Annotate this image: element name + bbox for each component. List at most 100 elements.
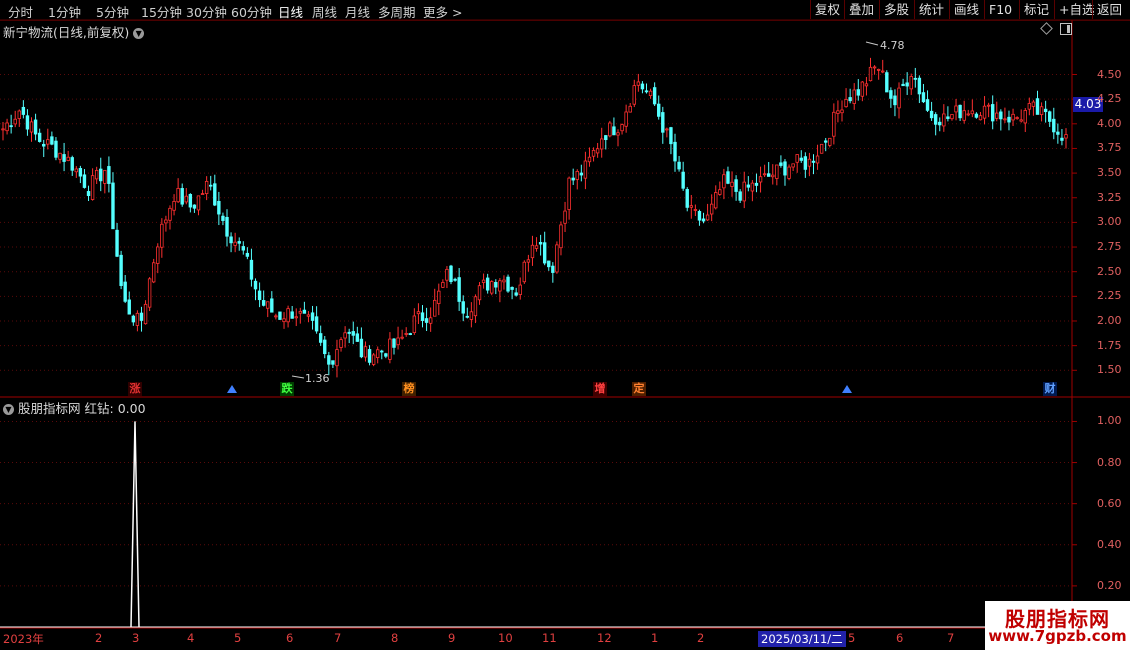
candle-body xyxy=(750,182,755,192)
low-price-label: 1.36 xyxy=(305,372,330,385)
y-tick-label: 0.20 xyxy=(1097,578,1122,592)
low-pointer xyxy=(291,375,305,379)
x-tick-label: 10 xyxy=(498,631,513,645)
candle-body xyxy=(261,300,266,306)
candle-body xyxy=(498,280,502,292)
candle-body xyxy=(1023,110,1027,124)
x-tick-label: 9 xyxy=(448,631,456,645)
candle-body xyxy=(571,177,575,181)
candle-body xyxy=(502,279,506,283)
candle-body xyxy=(453,278,457,281)
candle-body xyxy=(518,284,522,295)
up-arrow-icon[interactable] xyxy=(842,385,852,393)
candle-body xyxy=(766,173,771,177)
candle-body xyxy=(856,89,860,96)
candle-body xyxy=(58,152,62,160)
y-tick-label: 3.50 xyxy=(1097,166,1122,180)
candle-body xyxy=(893,95,897,106)
x-tick-label: 3 xyxy=(132,631,140,645)
candle-body xyxy=(685,189,689,208)
y-tick-label: 2.75 xyxy=(1097,240,1122,254)
candle-body xyxy=(123,281,127,302)
candle-body xyxy=(209,184,213,187)
candle-body xyxy=(954,105,958,113)
candle-body xyxy=(889,90,893,99)
event-marker-cai[interactable]: 财 xyxy=(1043,382,1057,396)
candle-body xyxy=(897,87,901,109)
candle-body xyxy=(901,83,905,87)
candle-body xyxy=(1064,134,1068,139)
candle-body xyxy=(1052,118,1056,133)
candle-body xyxy=(828,137,832,146)
event-marker-die[interactable]: 跌 xyxy=(280,382,294,396)
candle-body xyxy=(542,242,547,264)
candle-body xyxy=(481,279,486,283)
candle-body xyxy=(510,286,514,290)
candle-body xyxy=(375,349,380,358)
candle-body xyxy=(632,85,636,105)
candle-body xyxy=(9,125,13,128)
candle-body xyxy=(151,262,156,283)
x-tick-label: 2 xyxy=(697,631,705,645)
y-tick-label: 3.75 xyxy=(1097,141,1122,155)
candle-body xyxy=(726,171,730,184)
candle-body xyxy=(412,315,417,334)
candle-body xyxy=(514,292,518,296)
candle-body xyxy=(608,122,612,137)
candle-body xyxy=(697,211,702,221)
chevron-down-icon[interactable]: ▼ xyxy=(133,28,145,39)
candle-body xyxy=(66,156,70,161)
candle-body xyxy=(33,119,38,135)
candle-body xyxy=(986,104,991,107)
candle-body xyxy=(876,68,881,71)
candle-body xyxy=(673,141,677,162)
candle-body xyxy=(559,224,563,249)
y-tick-label: 1.00 xyxy=(1097,414,1122,428)
candle-body xyxy=(363,346,368,358)
candle-body xyxy=(229,236,233,244)
candle-body xyxy=(783,161,787,176)
x-tick-label: 12 xyxy=(597,631,612,645)
candle-body xyxy=(966,113,970,116)
candle-body xyxy=(885,72,889,93)
y-tick-label: 2.50 xyxy=(1097,264,1122,278)
watermark-url: www.7gpzb.com xyxy=(988,627,1127,645)
candle-body xyxy=(485,277,490,291)
candle-body xyxy=(799,157,803,161)
candle-body xyxy=(156,246,160,264)
event-marker-zhang[interactable]: 涨 xyxy=(128,382,142,396)
candle-body xyxy=(661,112,665,133)
window-toggle-icon[interactable] xyxy=(1060,23,1072,35)
candle-body xyxy=(868,66,873,82)
candle-body xyxy=(351,331,355,336)
candle-body xyxy=(929,110,934,119)
event-marker-bang[interactable]: 榜 xyxy=(402,382,416,396)
candle-body xyxy=(978,115,983,121)
high-price-label: 4.78 xyxy=(880,39,905,52)
candle-body xyxy=(836,110,840,114)
up-arrow-icon[interactable] xyxy=(227,385,237,393)
candle-body xyxy=(424,318,429,323)
chevron-down-icon[interactable]: ▼ xyxy=(3,404,14,415)
price-chart[interactable]: 4.78 1.36 xyxy=(0,0,1130,650)
candle-body xyxy=(286,308,290,323)
candle-body xyxy=(567,177,571,210)
candle-body xyxy=(490,281,494,294)
event-marker-zeng[interactable]: 增 xyxy=(593,382,607,396)
candle-body xyxy=(241,246,245,251)
stock-title-label: 新宁物流(日线,前复权) xyxy=(3,25,130,40)
candle-body xyxy=(74,168,79,173)
candle-body xyxy=(791,163,795,168)
candle-body xyxy=(1035,98,1040,115)
candle-body xyxy=(127,299,131,315)
candle-body xyxy=(1003,118,1007,121)
event-marker-ding[interactable]: 定 xyxy=(632,382,646,396)
indicator-series xyxy=(0,421,1072,628)
candle-body xyxy=(860,81,865,97)
candle-body xyxy=(461,301,465,314)
candle-body xyxy=(21,106,26,115)
x-tick-label: 5 xyxy=(848,631,856,645)
candlestick-series xyxy=(1,57,1068,378)
candle-body xyxy=(1,128,5,131)
candle-body xyxy=(270,298,274,313)
